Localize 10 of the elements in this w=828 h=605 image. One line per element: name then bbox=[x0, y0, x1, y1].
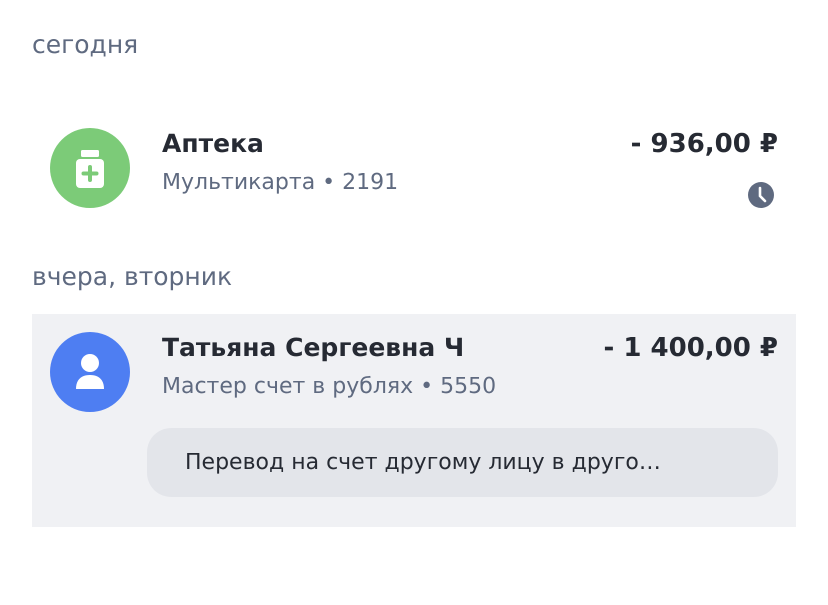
amount: - 936,00 ₽ bbox=[630, 128, 778, 161]
date-heading: вчера, вторник bbox=[32, 262, 234, 292]
transaction-title: Татьяна Сергеевна Ч bbox=[162, 332, 466, 364]
amount: - 1 400,00 ₽ bbox=[604, 332, 778, 365]
transfer-note: Перевод на счет другому лицу в друго… bbox=[147, 428, 778, 497]
account-label: Мастер счет в рублях • 5550 bbox=[162, 372, 498, 400]
account-label: Мультикарта • 2191 bbox=[162, 168, 400, 196]
transaction-row[interactable]: Татьяна Сергеевна Ч Мастер счет в рублях • 5550 - 1 400,00 ₽ Перевод на счет другому лицу в друго… bbox=[32, 314, 796, 527]
transaction-title: Аптека bbox=[162, 128, 265, 160]
date-heading: сегодня bbox=[32, 30, 140, 60]
